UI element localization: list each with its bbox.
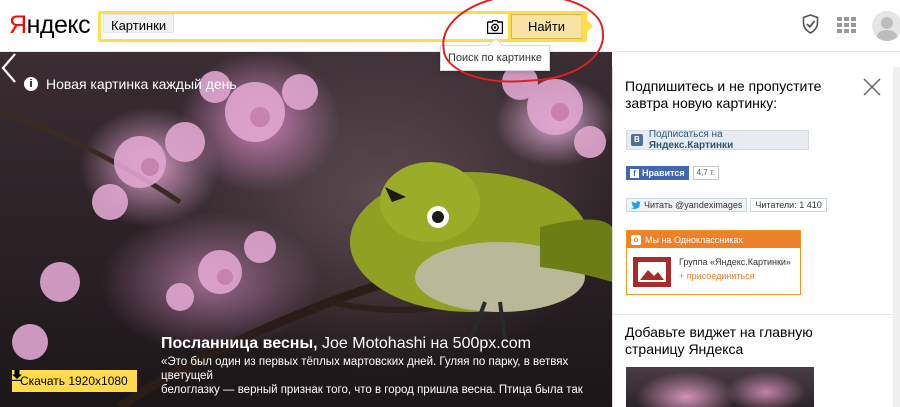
logo-first-letter: Я (9, 11, 27, 39)
download-icon (12, 370, 22, 381)
avatar-icon (876, 17, 898, 41)
twitter-bird-icon (631, 201, 641, 209)
vk-subscribe-button[interactable]: B Подписаться на Яндекс.Картинки (626, 129, 809, 151)
vk-name: Яндекс.Картинки (648, 140, 734, 151)
facebook-like-widget: f Нравится 4,7 т. (626, 166, 719, 180)
vk-prefix: Подписаться на (648, 129, 723, 140)
sidebar-divider (613, 314, 900, 315)
download-label: Скачать 1920x1080 (20, 374, 128, 388)
odnoklassniki-join-link[interactable]: + присоединиться (679, 271, 755, 281)
picture-icon (638, 262, 666, 282)
facebook-like-count: 4,7 т. (692, 166, 719, 180)
twitter-follow-button[interactable]: Читать @yandeximages (626, 198, 748, 212)
avatar[interactable] (872, 11, 900, 41)
odnoklassniki-icon: o (631, 234, 641, 245)
search-button[interactable]: Найти (511, 14, 582, 39)
odnoklassniki-group-thumbnail[interactable] (633, 257, 671, 287)
caption-title-line: Посланница весны, Joe Motohashi на 500px… (161, 335, 612, 353)
shield-icon[interactable] (802, 14, 819, 34)
download-button[interactable]: Скачать 1920x1080 (12, 370, 137, 392)
close-icon[interactable] (863, 78, 881, 96)
search-bar: Картинки Найти (98, 11, 593, 42)
facebook-like-label: Нравится (642, 168, 685, 178)
camera-icon (487, 20, 503, 34)
subscribe-sidebar: Подпишитесь и не пропустите завтра новую… (612, 67, 900, 407)
twitter-follow-widget: Читать @yandeximages Читатели: 1 410 (626, 198, 827, 212)
facebook-like-button[interactable]: f Нравится (626, 166, 689, 180)
previous-picture-arrow[interactable] (0, 52, 18, 84)
twitter-followers-count: Читатели: 1 410 (750, 198, 827, 212)
facebook-icon: f (630, 168, 639, 178)
search-service-tag[interactable]: Картинки (103, 14, 175, 33)
odnoklassniki-header-label: Мы на Одноклассниках (645, 234, 743, 245)
info-icon[interactable]: i (24, 77, 38, 91)
widget-preview-thumbnail[interactable] (626, 367, 814, 407)
hero-title: Новая картинка каждый день (46, 76, 237, 92)
yandex-images-page: Яндекс Картинки Найти Поиск по картинке (0, 0, 900, 407)
caption-title: Посланница весны, (161, 335, 318, 352)
subscribe-heading: Подпишитесь и не пропустите завтра новую… (625, 78, 822, 111)
camera-search-button[interactable] (483, 16, 507, 38)
odnoklassniki-header: o Мы на Одноклассниках (627, 231, 800, 248)
vk-logo-icon: B (631, 134, 643, 146)
picture-caption: Посланница весны, Joe Motohashi на 500px… (161, 335, 612, 397)
logo-rest: ндекс (26, 11, 91, 39)
twitter-follow-label: Читать @yandeximages (644, 200, 743, 210)
odnoklassniki-group-name[interactable]: Группа «Яндекс.Картинки» (679, 257, 791, 267)
yandex-logo[interactable]: Яндекс (9, 11, 91, 40)
scrollbar[interactable] (893, 67, 900, 407)
picture-of-the-day-heading: i Новая картинка каждый день (24, 76, 237, 92)
caption-author-link[interactable]: Joe Motohashi на 500px.com (318, 335, 531, 352)
widget-heading: Добавьте виджет на главную страницу Янде… (625, 324, 813, 357)
camera-tooltip: Поиск по картинке (440, 45, 550, 71)
odnoklassniki-widget: o Мы на Одноклассниках Группа «Яндекс.Ка… (626, 230, 801, 295)
header: Яндекс Картинки Найти Поиск по картинке (0, 0, 900, 88)
vk-label: Подписаться на Яндекс.Картинки (649, 129, 808, 151)
apps-grid-icon[interactable] (837, 17, 857, 33)
search-bar-arrow (581, 14, 593, 38)
daily-picture: i Новая картинка каждый день Посланница … (0, 52, 612, 407)
caption-text: «Это был один из первых тёплых мартовски… (161, 356, 583, 396)
